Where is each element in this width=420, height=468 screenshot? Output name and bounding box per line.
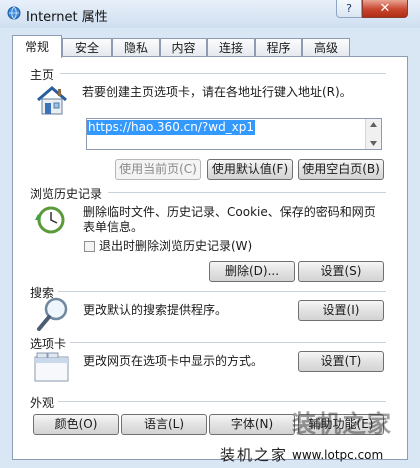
tabs-settings-button[interactable]: 设置(T) xyxy=(298,351,384,372)
history-description-1: 删除临时文件、历史记录、Cookie、保存的密码和网页 xyxy=(83,205,376,219)
window-title: Internet 属性 xyxy=(26,10,108,25)
close-button[interactable]: ✕ xyxy=(362,0,408,18)
use-blank-button[interactable]: 使用空白页(B) xyxy=(298,159,384,180)
general-panel xyxy=(12,56,408,460)
scroll-up-icon xyxy=(370,122,377,127)
languages-button[interactable]: 语言(L) xyxy=(121,414,207,435)
url-scrollbar[interactable] xyxy=(365,119,381,149)
tab-content[interactable]: 内容 xyxy=(160,38,207,57)
scroll-down-icon xyxy=(370,141,377,146)
magnifier-icon xyxy=(37,297,68,331)
watermark-text: 装机之家 xyxy=(220,446,289,464)
use-default-button[interactable]: 使用默认值(F) xyxy=(207,159,293,180)
tab-programs[interactable]: 程序 xyxy=(255,38,302,57)
history-description-2: 表单信息。 xyxy=(83,220,144,234)
delete-history-button[interactable]: 删除(D)... xyxy=(209,261,295,282)
divider xyxy=(70,342,386,343)
tab-general[interactable]: 常规 xyxy=(12,35,62,58)
tabs-heading: 选项卡 xyxy=(30,337,67,351)
home-icon xyxy=(37,86,67,115)
colors-button[interactable]: 颜色(O) xyxy=(33,414,119,435)
search-description: 更改默认的搜索提供程序。 xyxy=(83,303,228,317)
divider xyxy=(60,73,386,74)
divider xyxy=(108,192,386,193)
search-settings-button[interactable]: 设置(I) xyxy=(298,300,384,321)
home-page-url-field[interactable]: https://hao.360.cn/?wd_xp1 xyxy=(86,118,382,150)
tab-advanced[interactable]: 高级 xyxy=(302,38,350,57)
help-button[interactable]: ? xyxy=(336,0,362,18)
watermark-url: www.lotpc.com xyxy=(292,448,384,462)
tab-privacy[interactable]: 隐私 xyxy=(112,38,160,57)
fonts-button[interactable]: 字体(N) xyxy=(209,414,295,435)
use-current-button[interactable]: 使用当前页(C) xyxy=(115,159,201,180)
home-page-url: https://hao.360.cn/?wd_xp1 xyxy=(87,120,256,135)
history-clock-icon xyxy=(35,206,65,234)
home-page-heading: 主页 xyxy=(30,68,55,82)
delete-on-exit-label: 退出时删除浏览历史记录(W) xyxy=(99,239,253,253)
watermark-logo-text: 装机之家 xyxy=(292,410,392,438)
tabs-description: 更改网页在选项卡中显示的方式。 xyxy=(83,354,264,368)
browsing-history-heading: 浏览历史记录 xyxy=(30,187,103,201)
tabs-window-icon xyxy=(34,352,69,382)
title-bar: Internet 属性 ? ✕ xyxy=(0,0,420,28)
appearance-heading: 外观 xyxy=(30,396,55,410)
divider xyxy=(58,291,386,292)
tab-security[interactable]: 安全 xyxy=(62,38,112,57)
home-page-description: 若要创建主页选项卡，请在各地址行键入地址(R)。 xyxy=(82,85,352,99)
history-settings-button[interactable]: 设置(S) xyxy=(298,261,384,282)
internet-options-icon xyxy=(7,6,21,20)
tab-connections[interactable]: 连接 xyxy=(207,38,255,57)
divider xyxy=(58,401,386,402)
delete-on-exit-checkbox[interactable] xyxy=(84,241,95,252)
